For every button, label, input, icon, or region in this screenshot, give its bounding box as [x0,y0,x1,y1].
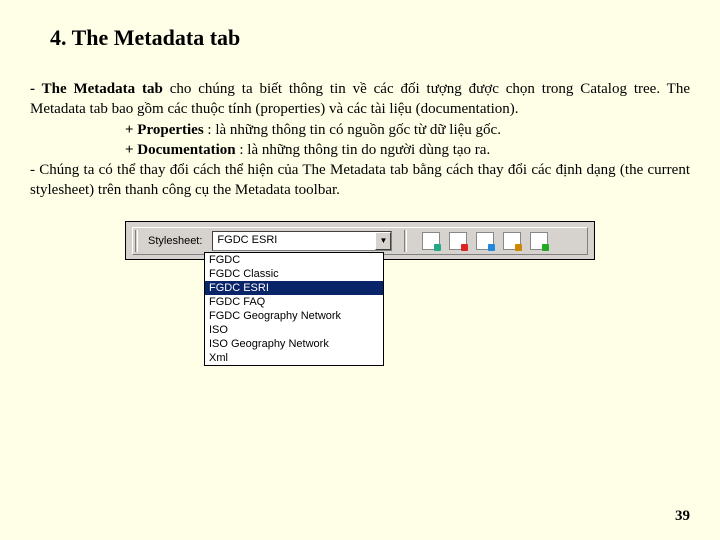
stylesheet-combobox[interactable]: FGDC ESRI ▼ [212,231,392,251]
dropdown-option[interactable]: ISO Geography Network [205,337,383,351]
section-heading: 4. The Metadata tab [50,25,690,51]
properties-text: : là những thông tin có nguồn gốc từ dữ … [204,122,501,138]
dropdown-option[interactable]: FGDC ESRI [205,281,383,295]
dropdown-option[interactable]: Xml [205,351,383,365]
combo-value: FGDC ESRI [217,234,277,246]
dropdown-option[interactable]: FGDC Classic [205,267,383,281]
metadata-tool-icon-2[interactable] [449,232,467,250]
chevron-down-icon[interactable]: ▼ [375,232,391,250]
dropdown-option[interactable]: FGDC [205,253,383,267]
toolbar-grip [135,230,138,252]
metadata-tool-icon-5[interactable] [530,232,548,250]
dropdown-option[interactable]: ISO [205,323,383,337]
page-number: 39 [675,508,690,525]
documentation-text: : là những thông tin do người dùng tạo r… [236,142,491,158]
properties-label: + Properties [125,122,204,138]
dropdown-option[interactable]: FGDC Geography Network [205,309,383,323]
dropdown-option[interactable]: FGDC FAQ [205,295,383,309]
toolbar-inner: Stylesheet: FGDC ESRI ▼ [132,227,588,255]
metadata-tool-icon-1[interactable] [422,232,440,250]
metadata-tool-icon-3[interactable] [476,232,494,250]
metadata-tool-icon-4[interactable] [503,232,521,250]
toolbar-separator [404,230,407,252]
p2: - Chúng ta có thể thay đổi cách thể hiện… [30,160,690,201]
stylesheet-dropdown-list[interactable]: FGDCFGDC ClassicFGDC ESRIFGDC FAQFGDC Ge… [204,252,384,366]
metadata-toolbar-screenshot: Stylesheet: FGDC ESRI ▼ FGDCFGDC Classic… [125,221,595,260]
documentation-label: + Documentation [125,142,236,158]
stylesheet-label: Stylesheet: [148,235,202,247]
p1-lead: - The Metadata tab [30,81,163,97]
body-text: - The Metadata tab cho chúng ta biết thô… [30,79,690,201]
